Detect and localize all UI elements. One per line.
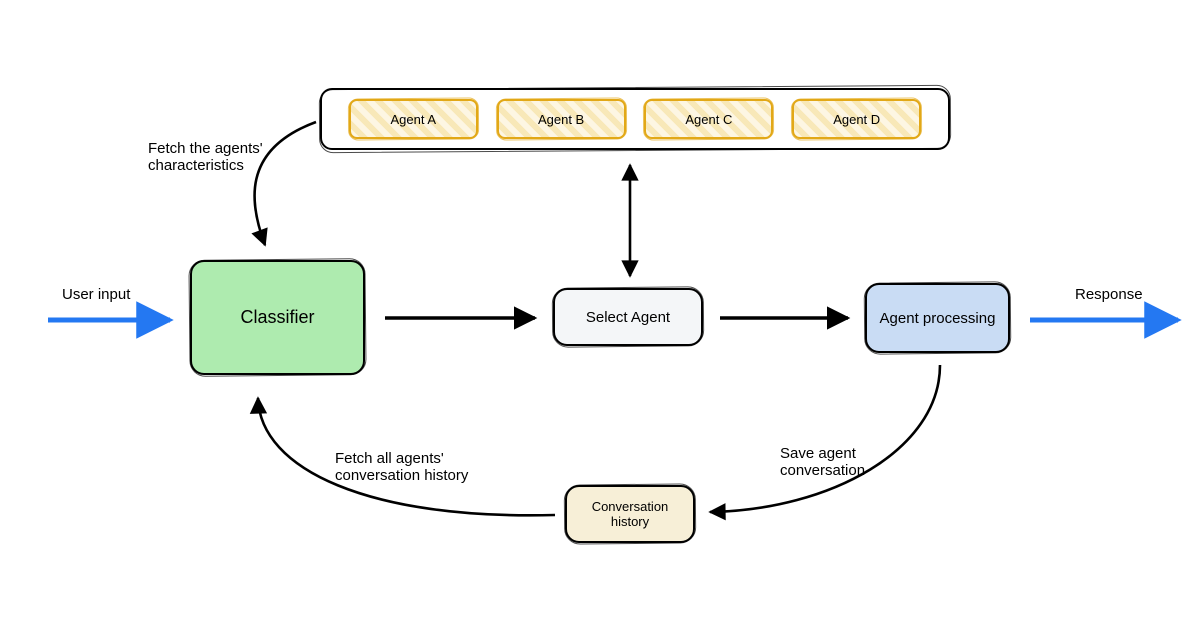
user-input-label: User input bbox=[62, 286, 130, 303]
conversation-history-node: Conversation history bbox=[565, 485, 695, 543]
classifier-label: Classifier bbox=[240, 307, 314, 328]
conversation-history-label: Conversation history bbox=[573, 499, 687, 529]
agent-label-a: Agent A bbox=[391, 112, 437, 127]
save-conversation-arrow bbox=[710, 365, 940, 512]
agent-label-b: Agent B bbox=[538, 112, 584, 127]
select-agent-node: Select Agent bbox=[553, 288, 703, 346]
agent-label-c: Agent C bbox=[685, 112, 732, 127]
agent-box-c: Agent C bbox=[644, 99, 773, 139]
select-agent-label: Select Agent bbox=[586, 309, 670, 326]
agent-box-a: Agent A bbox=[349, 99, 478, 139]
diagram-canvas: Agent A Agent B Agent C Agent D Classifi… bbox=[0, 0, 1200, 630]
classifier-node: Classifier bbox=[190, 260, 365, 375]
fetch-characteristics-label: Fetch the agents' characteristics bbox=[148, 140, 263, 174]
agent-box-d: Agent D bbox=[792, 99, 921, 139]
agent-label-d: Agent D bbox=[833, 112, 880, 127]
agents-container: Agent A Agent B Agent C Agent D bbox=[320, 88, 950, 150]
save-conversation-label: Save agent conversation bbox=[780, 445, 865, 479]
fetch-characteristics-arrow bbox=[255, 122, 316, 245]
agent-processing-label: Agent processing bbox=[880, 310, 996, 327]
response-label: Response bbox=[1075, 286, 1143, 303]
agent-processing-node: Agent processing bbox=[865, 283, 1010, 353]
agent-box-b: Agent B bbox=[497, 99, 626, 139]
fetch-history-label: Fetch all agents' conversation history bbox=[335, 450, 468, 484]
